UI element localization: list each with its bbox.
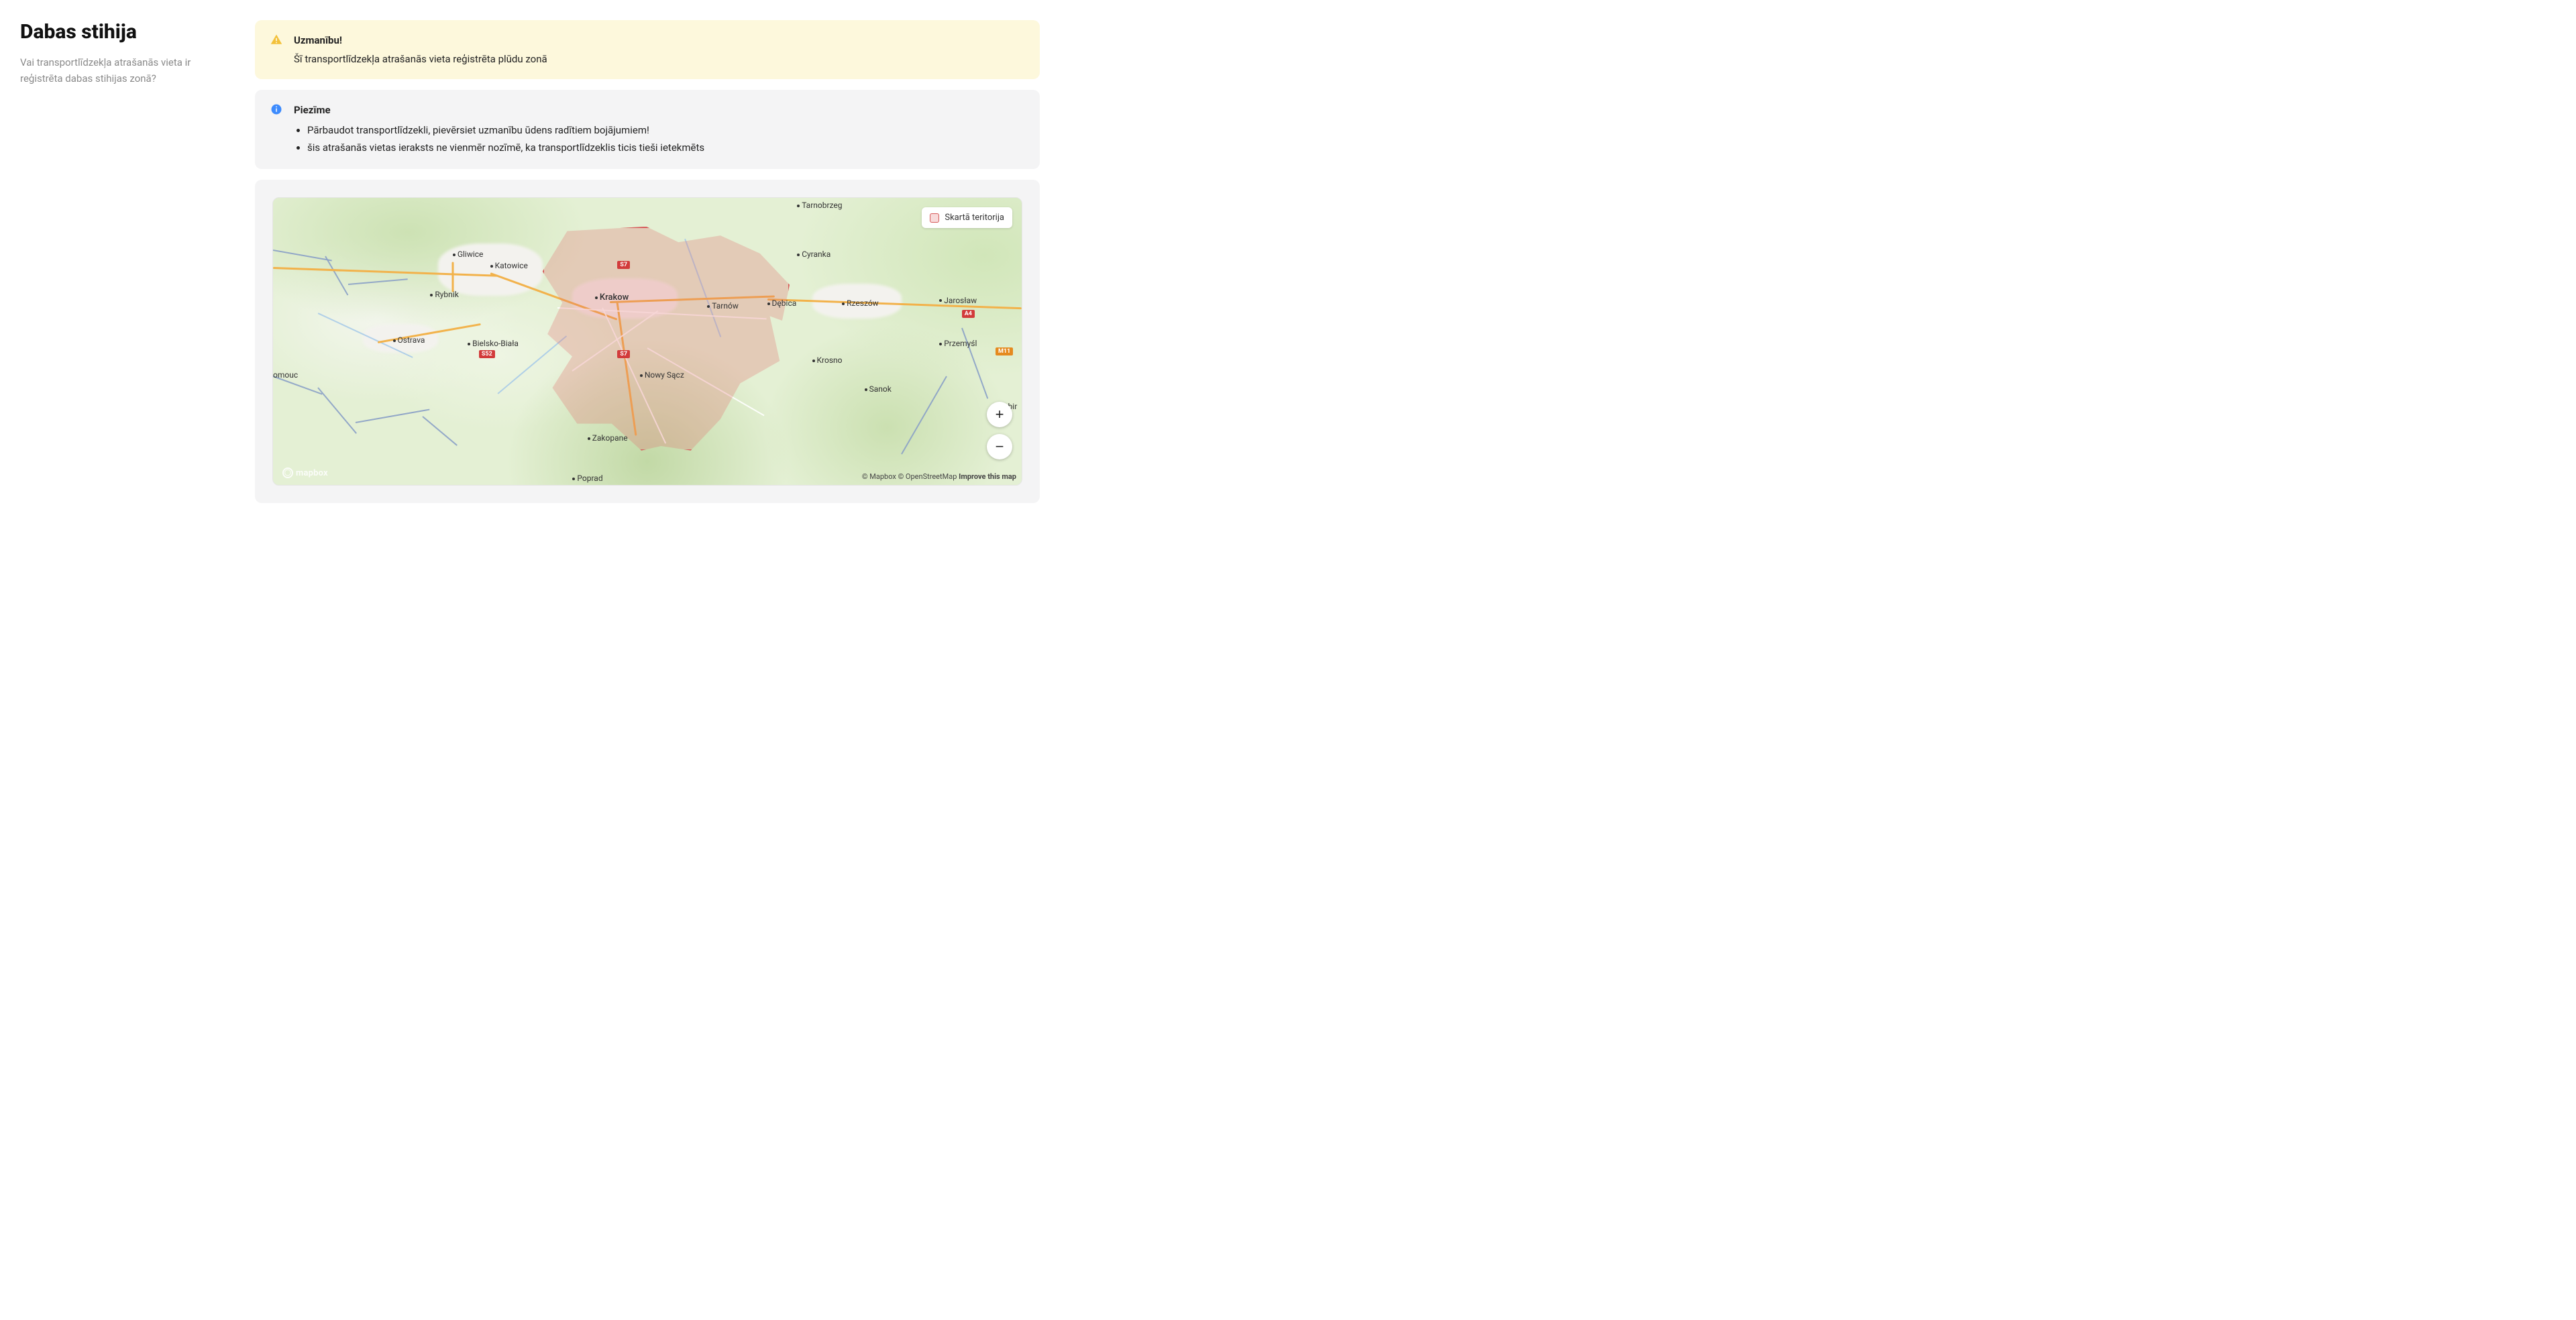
mapbox-logo: ◯ mapbox (282, 468, 328, 478)
road-shield-s7: S7 (617, 350, 630, 358)
road-shield-s7: S7 (617, 261, 630, 269)
alert-info-item: Pārbaudot transportlīdzekli, pievērsiet … (307, 122, 1025, 138)
attribution-mapbox-link[interactable]: © Mapbox (862, 472, 896, 481)
road-shield-a4: A4 (962, 310, 975, 318)
map-container: S7 S7 S52 A4 M11 Gliwice Katowice Rybnik… (255, 180, 1040, 503)
warning-icon (270, 34, 283, 46)
map-legend: Skartā teritorija (922, 207, 1012, 228)
alert-warning-title: Uzmanību! (294, 32, 1025, 48)
map-road (451, 262, 453, 292)
page-title: Dabas stihija (20, 20, 228, 44)
alert-info: Piezīme Pārbaudot transportlīdzekli, pie… (255, 90, 1040, 169)
alert-warning-text: Šī transportlīdzekļa atrašanās vieta reģ… (294, 51, 1025, 67)
mapbox-logo-icon: ◯ (282, 468, 293, 478)
alert-warning: Uzmanību! Šī transportlīdzekļa atrašanās… (255, 20, 1040, 79)
mapbox-logo-text: mapbox (296, 468, 328, 478)
road-shield-s52: S52 (479, 350, 495, 358)
page-subtitle: Vai transportlīdzekļa atrašanās vieta ir… (20, 54, 228, 87)
alert-info-item: šis atrašanās vietas ieraksts ne vienmēr… (307, 140, 1025, 156)
map[interactable]: S7 S7 S52 A4 M11 Gliwice Katowice Rybnik… (272, 197, 1022, 486)
road-shield-m11: M11 (996, 347, 1013, 355)
map-attribution: © Mapbox © OpenStreetMap Improve this ma… (862, 472, 1016, 481)
attribution-osm-link[interactable]: © OpenStreetMap (898, 472, 957, 481)
legend-swatch-icon (930, 213, 939, 223)
alert-info-title: Piezīme (294, 102, 1025, 118)
main-content: Uzmanību! Šī transportlīdzekļa atrašanās… (255, 20, 1040, 503)
info-icon (270, 103, 283, 115)
legend-label: Skartā teritorija (945, 213, 1004, 223)
map-zoom-controls: + − (987, 402, 1012, 459)
attribution-improve-link[interactable]: Improve this map (959, 472, 1016, 481)
zoom-out-button[interactable]: − (987, 434, 1012, 459)
zoom-in-button[interactable]: + (987, 402, 1012, 427)
sidebar: Dabas stihija Vai transportlīdzekļa atra… (20, 20, 228, 503)
